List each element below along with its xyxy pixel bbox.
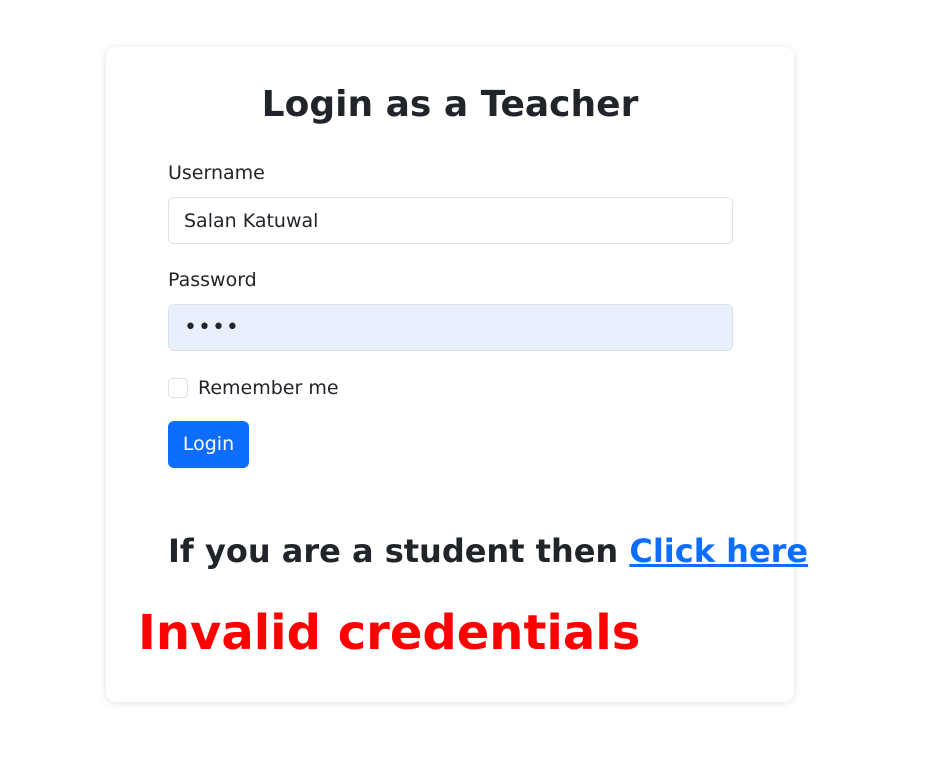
remember-me-row[interactable]: Remember me xyxy=(168,376,339,400)
student-prompt-text: If you are a student then xyxy=(168,532,630,570)
remember-me-checkbox[interactable] xyxy=(168,378,188,398)
login-button[interactable]: Login xyxy=(168,421,249,468)
error-message: Invalid credentials xyxy=(138,605,641,661)
username-input[interactable] xyxy=(168,197,733,244)
password-label: Password xyxy=(168,269,257,291)
student-prompt: If you are a student then Click here xyxy=(168,530,808,572)
student-login-link[interactable]: Click here xyxy=(629,532,808,570)
password-input[interactable]: •••• xyxy=(168,304,733,351)
remember-me-label[interactable]: Remember me xyxy=(198,376,339,400)
page-title: Login as a Teacher xyxy=(261,84,639,125)
username-label: Username xyxy=(168,162,265,184)
